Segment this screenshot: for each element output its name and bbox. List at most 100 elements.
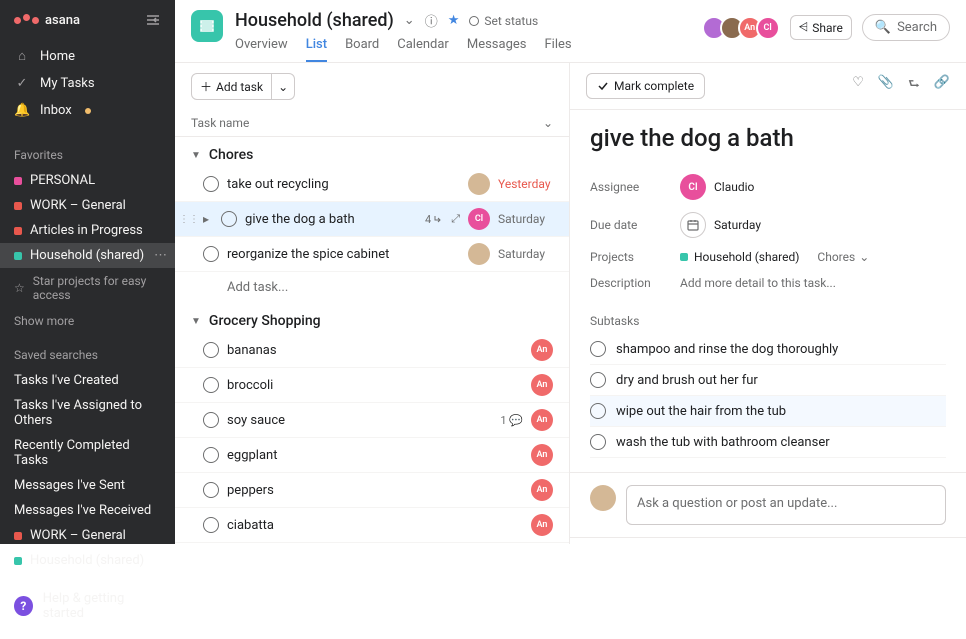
saved-search[interactable]: Tasks I've Assigned to Others [0, 393, 175, 433]
column-task-name[interactable]: Task name [191, 116, 543, 130]
chevron-down-icon[interactable]: ⌄ [543, 116, 553, 130]
assignee-avatar[interactable]: An [531, 514, 553, 536]
chevron-down-icon[interactable]: ⌄ [859, 250, 869, 264]
sidebar-project[interactable]: Articles in Progress [0, 218, 175, 243]
link-icon[interactable]: 🔗 [934, 75, 950, 97]
sidebar-project[interactable]: Household (shared) [0, 548, 175, 573]
complete-checkbox[interactable] [590, 434, 606, 450]
assignee-avatar[interactable]: An [531, 479, 553, 501]
tab-overview[interactable]: Overview [235, 37, 288, 62]
subtask-row[interactable]: wipe out the hair from the tub [590, 396, 946, 427]
sidebar-project[interactable]: Household (shared)⋯ [0, 243, 175, 268]
complete-checkbox[interactable] [203, 246, 219, 262]
tab-list[interactable]: List [306, 37, 327, 62]
member-avatar[interactable]: Cl [756, 16, 780, 40]
assignee-avatar[interactable]: An [531, 374, 553, 396]
section-header[interactable]: ▼Chores [175, 137, 569, 167]
details-icon[interactable]: ⤢ [451, 212, 460, 226]
assignee-field[interactable]: Cl Claudio [680, 174, 754, 200]
sidebar-project[interactable]: PERSONAL [0, 168, 175, 193]
due-date-field[interactable]: Saturday [680, 212, 761, 238]
assignee-avatar[interactable]: An [531, 339, 553, 361]
sidebar-project[interactable]: WORK – General [0, 193, 175, 218]
subtask-name[interactable]: shampoo and rinse the dog thoroughly [616, 342, 838, 357]
share-button[interactable]: ⩤Share [790, 15, 852, 40]
complete-checkbox[interactable] [203, 482, 219, 498]
complete-checkbox[interactable] [590, 403, 606, 419]
assignee-avatar[interactable]: An [531, 409, 553, 431]
task-row[interactable]: broccoli An [175, 368, 569, 403]
complete-checkbox[interactable] [203, 377, 219, 393]
complete-checkbox[interactable] [203, 176, 219, 192]
drag-handle-icon[interactable]: ⋮⋮ [179, 214, 199, 225]
task-name[interactable]: eggplant [227, 448, 523, 463]
saved-search[interactable]: Tasks I've Created [0, 368, 175, 393]
complete-checkbox[interactable] [221, 211, 237, 227]
task-name[interactable]: give the dog a bath [245, 212, 417, 227]
due-date[interactable]: Saturday [498, 212, 553, 226]
complete-checkbox[interactable] [590, 341, 606, 357]
search-input[interactable]: 🔍Search [862, 14, 950, 41]
saved-search[interactable]: Recently Completed Tasks [0, 433, 175, 473]
show-more[interactable]: Show more [0, 308, 175, 334]
nav-check[interactable]: ✓My Tasks [0, 70, 175, 97]
task-row[interactable]: soy sauce1 💬An [175, 403, 569, 438]
task-row[interactable]: take out recycling Yesterday [175, 167, 569, 202]
mark-complete-button[interactable]: Mark complete [586, 73, 705, 99]
sidebar-project[interactable]: WORK – General [0, 523, 175, 548]
subtask-row[interactable]: dry and brush out her fur [590, 365, 946, 396]
task-row[interactable]: reorganize the spice cabinet Saturday [175, 237, 569, 272]
info-icon[interactable]: ⓘ [425, 11, 438, 30]
collapse-sidebar-icon[interactable] [145, 12, 161, 28]
task-row[interactable]: ciabatta An [175, 508, 569, 543]
assignee-avatar[interactable] [468, 173, 490, 195]
assignee-avatar[interactable]: Cl [468, 208, 490, 230]
complete-checkbox[interactable] [203, 412, 219, 428]
task-title[interactable]: give the dog a bath [590, 124, 946, 152]
assignee-avatar[interactable] [468, 243, 490, 265]
section-header[interactable]: ▼Grocery Shopping [175, 303, 569, 333]
saved-search[interactable]: Messages I've Sent [0, 473, 175, 498]
attachment-icon[interactable]: 📎 [878, 75, 894, 97]
nav-bell[interactable]: 🔔Inbox [0, 97, 175, 124]
subtask-row[interactable]: wash the tub with bathroom cleanser [590, 427, 946, 458]
subtask-icon[interactable]: ⮑ [908, 75, 920, 97]
subtask-row[interactable]: shampoo and rinse the dog thoroughly [590, 334, 946, 365]
task-name[interactable]: broccoli [227, 378, 523, 393]
nav-home[interactable]: ⌂Home [0, 42, 175, 70]
task-name[interactable]: peppers [227, 483, 523, 498]
task-name[interactable]: bananas [227, 343, 523, 358]
description-field[interactable]: Add more detail to this task... [680, 276, 836, 290]
subtask-name[interactable]: wipe out the hair from the tub [616, 404, 786, 419]
tab-board[interactable]: Board [345, 37, 379, 62]
chevron-down-icon[interactable]: ⌄ [404, 13, 415, 28]
task-name[interactable]: reorganize the spice cabinet [227, 247, 460, 262]
tab-calendar[interactable]: Calendar [397, 37, 449, 62]
asana-logo[interactable]: asana [14, 13, 80, 28]
task-row[interactable]: bananas An [175, 333, 569, 368]
task-row[interactable]: eggplant An [175, 438, 569, 473]
tab-messages[interactable]: Messages [467, 37, 527, 62]
more-icon[interactable]: ⋯ [154, 248, 167, 263]
task-name[interactable]: soy sauce [227, 413, 492, 428]
complete-checkbox[interactable] [203, 342, 219, 358]
due-date[interactable]: Yesterday [498, 177, 553, 191]
complete-checkbox[interactable] [590, 372, 606, 388]
tab-files[interactable]: Files [544, 37, 571, 62]
saved-search[interactable]: Messages I've Received [0, 498, 175, 523]
comment-input[interactable]: Ask a question or post an update... [626, 485, 946, 525]
subtask-name[interactable]: dry and brush out her fur [616, 373, 758, 388]
due-date[interactable]: Saturday [498, 247, 553, 261]
task-name[interactable]: ciabatta [227, 518, 523, 533]
assignee-avatar[interactable]: An [531, 444, 553, 466]
add-task-button[interactable]: ＋ Add task [191, 73, 272, 100]
add-task-row[interactable]: Add task... [175, 272, 569, 303]
projects-field[interactable]: Household (shared) Chores⌄ [680, 250, 869, 264]
like-icon[interactable]: ♡ [852, 75, 864, 97]
add-task-dropdown[interactable]: ⌄ [272, 73, 295, 100]
task-name[interactable]: take out recycling [227, 177, 460, 192]
help-button[interactable]: ? Help & getting started [0, 581, 175, 631]
complete-checkbox[interactable] [203, 517, 219, 533]
task-row[interactable]: peppers An [175, 473, 569, 508]
complete-checkbox[interactable] [203, 447, 219, 463]
